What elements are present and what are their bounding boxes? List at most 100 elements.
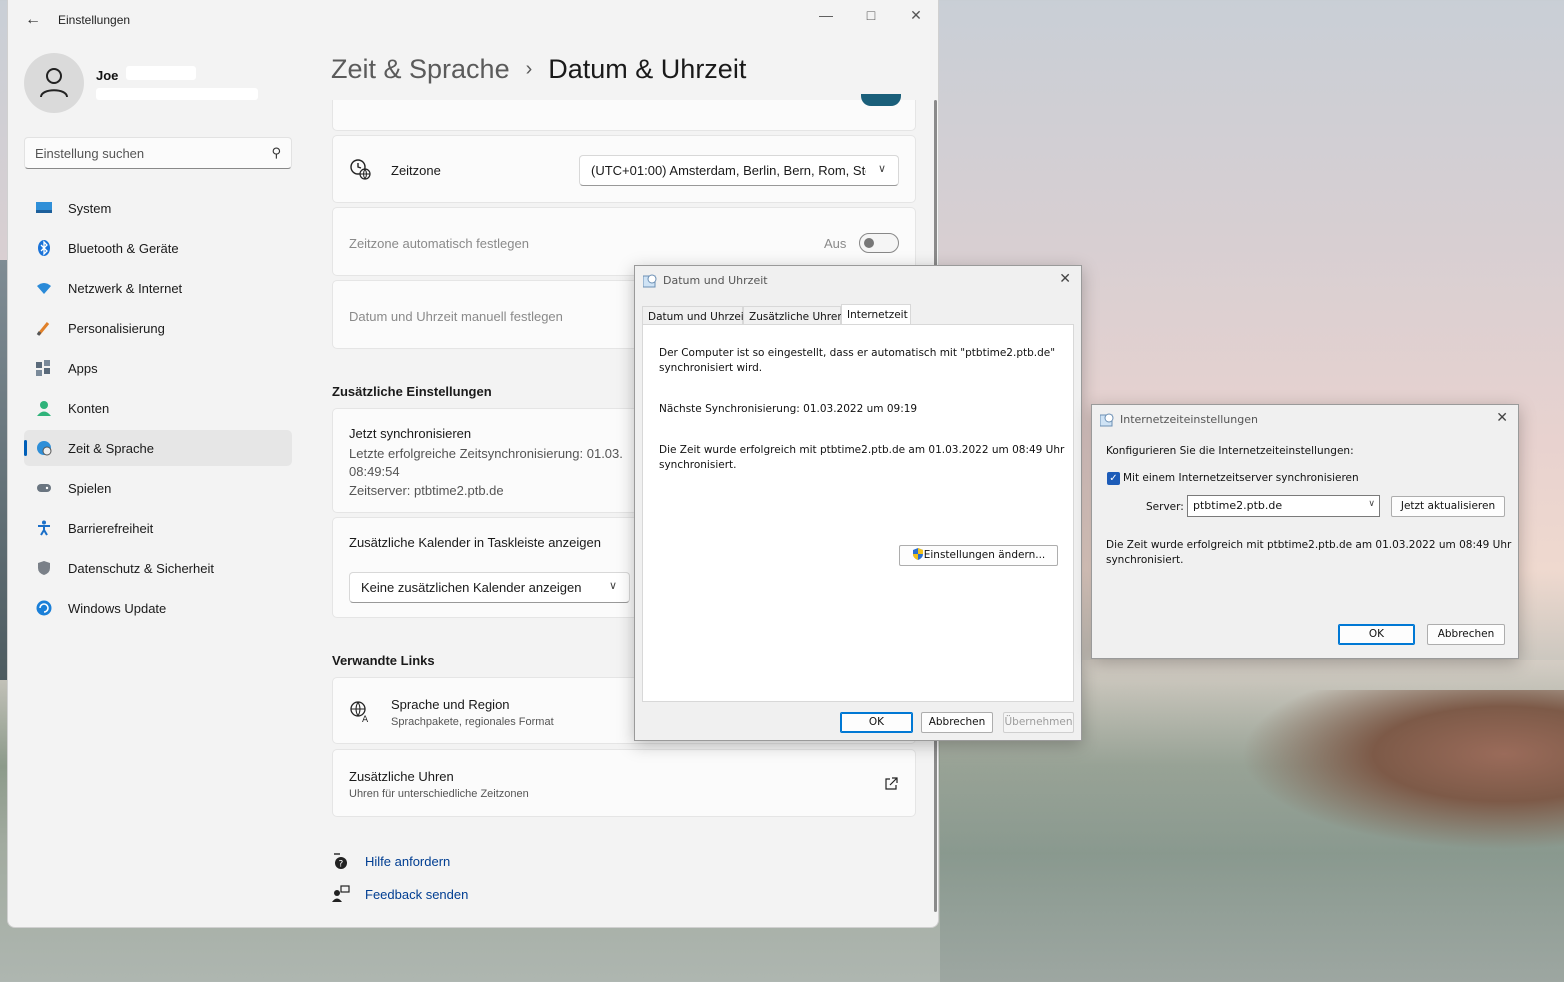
person-icon <box>37 401 51 416</box>
calendar-dropdown[interactable]: Keine zusätzlichen Kalender anzeigen ∨ <box>349 572 630 603</box>
update-now-button[interactable]: Jetzt aktualisieren <box>1391 496 1505 517</box>
breadcrumb-parent[interactable]: Zeit & Sprache <box>331 54 510 84</box>
redaction <box>126 66 196 80</box>
sidebar-item-gaming[interactable]: Spielen <box>24 470 292 506</box>
sidebar-item-personalization[interactable]: Personalisierung <box>24 310 292 346</box>
clock-app-icon <box>1100 413 1114 427</box>
tab-additional-clocks[interactable]: Zusätzliche Uhren <box>743 306 844 326</box>
dst-toggle[interactable] <box>861 94 901 106</box>
chevron-down-icon: ∨ <box>608 580 617 592</box>
maximize-icon[interactable]: □ <box>856 4 886 28</box>
sidebar-item-bluetooth[interactable]: Bluetooth & Geräte <box>24 230 292 266</box>
globe-clock-icon <box>37 441 52 456</box>
sync-checkbox-label: Mit einem Internetzeitserver synchronisi… <box>1123 472 1359 484</box>
dst-card <box>332 94 916 131</box>
dialog-title: Internetzeiteinstellungen <box>1120 413 1258 426</box>
sidebar-item-label: System <box>68 201 112 216</box>
shield-icon <box>38 561 50 575</box>
internet-time-dialog: Internetzeiteinstellungen ✕ Konfiguriere… <box>1091 404 1519 659</box>
chevron-right-icon: › <box>525 58 533 80</box>
sidebar-item-label: Apps <box>68 361 98 376</box>
cancel-button[interactable]: Abbrechen <box>921 712 993 733</box>
svg-text:?: ? <box>339 860 344 870</box>
sidebar-item-system[interactable]: System <box>24 190 292 226</box>
sync-config-line1: Der Computer ist so eingestellt, dass er… <box>659 347 1056 359</box>
ok-button[interactable]: OK <box>840 712 913 733</box>
change-settings-button[interactable]: Einstellungen ändern... <box>899 545 1058 566</box>
feedback-link[interactable]: Feedback senden <box>365 887 468 902</box>
timezone-dropdown[interactable]: (UTC+01:00) Amsterdam, Berlin, Bern, Rom… <box>579 155 899 186</box>
server-dropdown[interactable]: ptbtime2.ptb.de ∨ <box>1187 495 1380 517</box>
calendar-label: Zusätzliche Kalender in Taskleiste anzei… <box>349 535 601 550</box>
help-link[interactable]: Hilfe anfordern <box>365 854 450 869</box>
sidebar-item-network[interactable]: Netzwerk & Internet <box>24 270 292 306</box>
search-icon: ⚲ <box>271 145 281 160</box>
external-link-icon <box>885 777 898 790</box>
tab-internet-time[interactable]: Internetzeit <box>841 304 911 326</box>
close-icon[interactable]: ✕ <box>901 4 931 28</box>
section-related-links: Verwandte Links <box>332 653 435 668</box>
apply-button[interactable]: Übernehmen <box>1003 712 1074 733</box>
sidebar-item-label: Bluetooth & Geräte <box>68 241 179 256</box>
gamepad-icon <box>37 484 51 492</box>
timezone-label: Zeitzone <box>391 163 441 178</box>
server-value: ptbtime2.ptb.de <box>1193 499 1283 512</box>
auto-timezone-toggle[interactable] <box>859 233 899 253</box>
close-icon[interactable]: ✕ <box>1496 410 1508 426</box>
timezone-value: (UTC+01:00) Amsterdam, Berlin, Bern, Rom… <box>591 163 866 178</box>
minimize-icon[interactable]: — <box>811 4 841 28</box>
sidebar-item-label: Netzwerk & Internet <box>68 281 183 296</box>
sidebar-item-label: Spielen <box>68 481 112 496</box>
close-icon[interactable]: ✕ <box>1059 271 1071 287</box>
wifi-icon <box>37 283 51 294</box>
sync-server: Zeitserver: ptbtime2.ptb.de <box>349 483 504 498</box>
sync-checkbox[interactable]: ✓ <box>1107 472 1120 485</box>
uac-shield-icon <box>912 548 923 560</box>
svg-text:A: A <box>362 715 369 723</box>
avatar[interactable] <box>24 53 84 113</box>
additional-clocks-subtitle: Uhren für unterschiedliche Zeitzonen <box>349 788 529 800</box>
wallpaper-land <box>1240 690 1564 850</box>
sync-success-line2: synchronisiert. <box>659 459 737 471</box>
feedback-icon <box>332 885 350 902</box>
sidebar-item-accessibility[interactable]: Barrierefreiheit <box>24 510 292 546</box>
sync-config-line2: synchronisiert wird. <box>659 362 763 374</box>
tab-datetime[interactable]: Datum und Uhrzeit <box>642 306 748 326</box>
sidebar-item-label: Barrierefreiheit <box>68 521 154 536</box>
sync-success-line1: Die Zeit wurde erfolgreich mit ptbtime2.… <box>659 444 1065 456</box>
ok-button[interactable]: OK <box>1338 624 1415 645</box>
redaction <box>96 88 258 100</box>
sidebar-item-windows-update[interactable]: Windows Update <box>24 590 292 626</box>
language-icon: A <box>350 701 369 723</box>
auto-timezone-label: Zeitzone automatisch festlegen <box>349 236 529 251</box>
datetime-dialog: Datum und Uhrzeit ✕ Datum und Uhrzeit Zu… <box>634 265 1082 741</box>
sync-success-line2: synchronisiert. <box>1106 554 1184 566</box>
sidebar-item-label: Datenschutz & Sicherheit <box>68 561 214 576</box>
title-bar: ← Einstellungen — □ ✕ <box>8 0 938 40</box>
page-title: Datum & Uhrzeit <box>548 54 747 84</box>
dialog-title: Datum und Uhrzeit <box>663 274 768 287</box>
sidebar-item-apps[interactable]: Apps <box>24 350 292 386</box>
search-input[interactable]: Einstellung suchen ⚲ <box>24 137 292 169</box>
back-arrow-icon[interactable]: ← <box>23 10 43 30</box>
manual-datetime-label: Datum und Uhrzeit manuell festlegen <box>349 309 563 324</box>
sidebar-item-label: Personalisierung <box>68 321 165 336</box>
additional-clocks-card[interactable]: Zusätzliche Uhren Uhren für unterschiedl… <box>332 749 916 817</box>
sidebar-item-time-language[interactable]: Zeit & Sprache <box>24 430 292 466</box>
app-title: Einstellungen <box>58 13 131 27</box>
sync-last: Letzte erfolgreiche Zeitsynchronisierung… <box>349 446 623 461</box>
language-region-subtitle: Sprachpakete, regionales Format <box>391 716 554 728</box>
sync-title: Jetzt synchronisieren <box>349 426 472 441</box>
auto-timezone-state: Aus <box>824 236 847 251</box>
sidebar-item-accounts[interactable]: Konten <box>24 390 292 426</box>
brush-icon <box>36 322 50 336</box>
chevron-down-icon: ∨ <box>1368 499 1375 509</box>
update-icon <box>36 600 52 616</box>
timezone-card: Zeitzone (UTC+01:00) Amsterdam, Berlin, … <box>332 135 916 203</box>
cancel-button[interactable]: Abbrechen <box>1427 624 1505 645</box>
sidebar-item-privacy[interactable]: Datenschutz & Sicherheit <box>24 550 292 586</box>
configure-label: Konfigurieren Sie die Internetzeiteinste… <box>1106 445 1354 457</box>
person-outline-icon <box>40 68 68 98</box>
search-placeholder: Einstellung suchen <box>35 146 145 161</box>
clock-app-icon <box>643 274 657 288</box>
